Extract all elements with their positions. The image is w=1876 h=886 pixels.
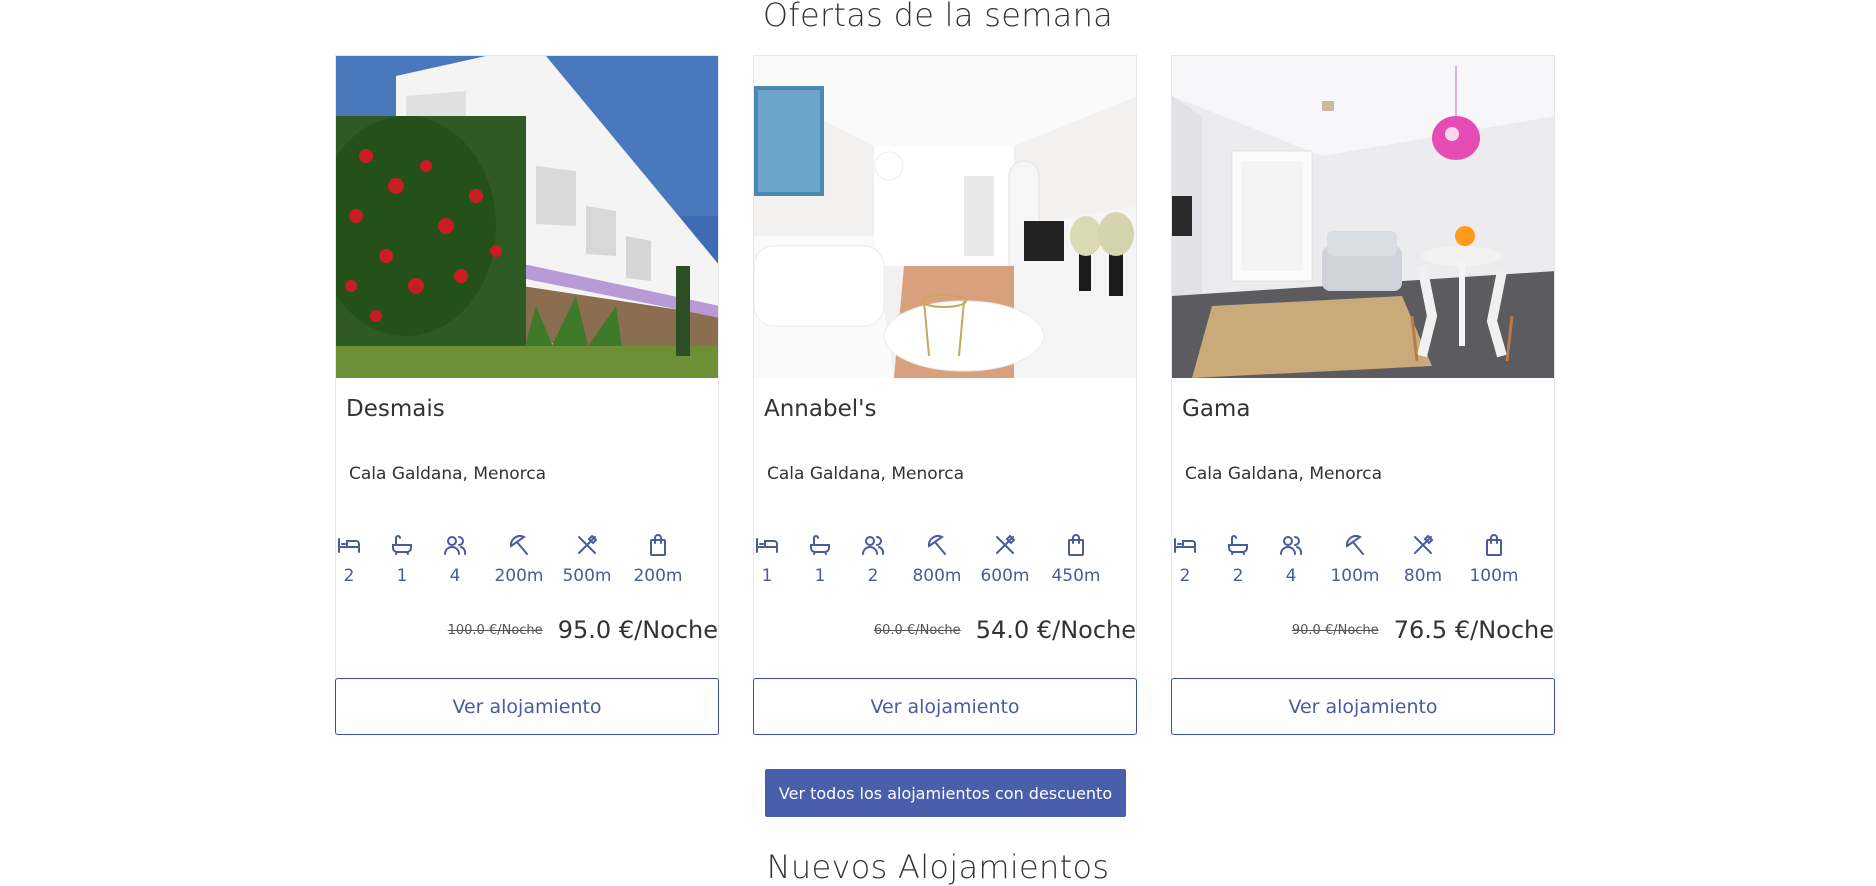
feature-beds: 1 bbox=[741, 532, 793, 586]
shop-icon bbox=[650, 534, 666, 556]
feature-value: 600m bbox=[980, 566, 1030, 586]
feature-guests: 4 bbox=[1265, 532, 1317, 586]
feature-value: 80m bbox=[1403, 566, 1443, 586]
view-property-button[interactable]: Ver alojamiento bbox=[335, 678, 719, 735]
price-row: 90.0 €/Noche 76.5 €/Noche bbox=[1292, 616, 1554, 644]
bed-icon bbox=[756, 538, 778, 553]
old-price: 90.0 €/Noche bbox=[1291, 622, 1379, 638]
feature-baths: 1 bbox=[376, 532, 428, 586]
view-property-button[interactable]: Ver alojamiento bbox=[753, 678, 1137, 735]
feature-value: 4 bbox=[449, 566, 461, 586]
feature-list: 2 1 4 200m 500m 200m bbox=[336, 532, 720, 602]
price-row: 100.0 €/Noche 95.0 €/Noche bbox=[448, 616, 718, 644]
feature-value: 2 bbox=[1232, 566, 1244, 586]
bed-icon bbox=[338, 538, 360, 553]
offer-card: Desmais Cala Galdana, Menorca 2 1 4 200m… bbox=[335, 55, 719, 735]
feature-beds: 2 bbox=[323, 532, 375, 586]
feature-value: 200m bbox=[494, 566, 544, 586]
feature-list: 2 2 4 100m 80m 100m bbox=[1172, 532, 1556, 602]
feature-value: 450m bbox=[1051, 566, 1101, 586]
feature-value: 500m bbox=[562, 566, 612, 586]
feature-beach: 100m bbox=[1329, 532, 1381, 586]
feature-guests: 2 bbox=[847, 532, 899, 586]
feature-list: 1 1 2 800m 600m 450m bbox=[754, 532, 1138, 602]
guests-icon bbox=[444, 536, 467, 555]
all-discounts-button[interactable]: Ver todos los alojamientos con descuento bbox=[765, 769, 1126, 817]
property-name[interactable]: Gama bbox=[1182, 396, 1250, 422]
feature-shop: 200m bbox=[632, 532, 684, 586]
shop-icon bbox=[1486, 534, 1502, 556]
feature-beach: 200m bbox=[493, 532, 545, 586]
feature-value: 200m bbox=[633, 566, 683, 586]
section-title-offers: Ofertas de la semana bbox=[762, 0, 1114, 34]
offer-card: Annabel's Cala Galdana, Menorca 1 1 2 80… bbox=[753, 55, 1137, 735]
feature-restaurant: 500m bbox=[561, 532, 613, 586]
offer-card: Gama Cala Galdana, Menorca 2 2 4 100m 80… bbox=[1171, 55, 1555, 735]
property-photo[interactable] bbox=[336, 56, 718, 378]
property-photo[interactable] bbox=[754, 56, 1136, 378]
restaurant-icon bbox=[996, 534, 1016, 554]
guests-icon bbox=[862, 536, 885, 555]
shop-icon bbox=[1068, 534, 1084, 556]
feature-value: 2 bbox=[1179, 566, 1191, 586]
current-price: 76.5 €/Noche bbox=[1393, 616, 1554, 644]
feature-restaurant: 600m bbox=[979, 532, 1031, 586]
view-property-button[interactable]: Ver alojamiento bbox=[1171, 678, 1555, 735]
feature-value: 1 bbox=[814, 566, 826, 586]
restaurant-icon bbox=[578, 534, 598, 554]
feature-restaurant: 80m bbox=[1397, 532, 1449, 586]
property-location: Cala Galdana, Menorca bbox=[349, 464, 547, 484]
section-title-new: Nuevos Alojamientos bbox=[766, 848, 1110, 886]
feature-value: 2 bbox=[343, 566, 355, 586]
feature-baths: 1 bbox=[794, 532, 846, 586]
price-row: 60.0 €/Noche 54.0 €/Noche bbox=[874, 616, 1136, 644]
property-name[interactable]: Desmais bbox=[346, 396, 445, 422]
restaurant-icon bbox=[1414, 534, 1434, 554]
current-price: 95.0 €/Noche bbox=[557, 616, 718, 644]
beach-icon bbox=[509, 535, 528, 555]
bath-icon bbox=[392, 535, 412, 555]
old-price: 60.0 €/Noche bbox=[873, 622, 961, 638]
feature-beds: 2 bbox=[1159, 532, 1211, 586]
guests-icon bbox=[1280, 536, 1303, 555]
current-price: 54.0 €/Noche bbox=[975, 616, 1136, 644]
beach-icon bbox=[1345, 535, 1364, 555]
feature-value: 4 bbox=[1285, 566, 1297, 586]
property-location: Cala Galdana, Menorca bbox=[767, 464, 965, 484]
feature-baths: 2 bbox=[1212, 532, 1264, 586]
old-price: 100.0 €/Noche bbox=[447, 622, 543, 638]
feature-value: 800m bbox=[912, 566, 962, 586]
feature-value: 1 bbox=[761, 566, 773, 586]
bed-icon bbox=[1174, 538, 1196, 553]
feature-value: 100m bbox=[1469, 566, 1519, 586]
feature-value: 2 bbox=[867, 566, 879, 586]
property-location: Cala Galdana, Menorca bbox=[1185, 464, 1383, 484]
bath-icon bbox=[1228, 535, 1248, 555]
feature-value: 1 bbox=[396, 566, 408, 586]
beach-icon bbox=[927, 535, 946, 555]
property-photo[interactable] bbox=[1172, 56, 1554, 378]
feature-guests: 4 bbox=[429, 532, 481, 586]
feature-value: 100m bbox=[1330, 566, 1380, 586]
feature-shop: 450m bbox=[1050, 532, 1102, 586]
feature-shop: 100m bbox=[1468, 532, 1520, 586]
bath-icon bbox=[810, 535, 830, 555]
property-name[interactable]: Annabel's bbox=[764, 396, 876, 422]
feature-beach: 800m bbox=[911, 532, 963, 586]
